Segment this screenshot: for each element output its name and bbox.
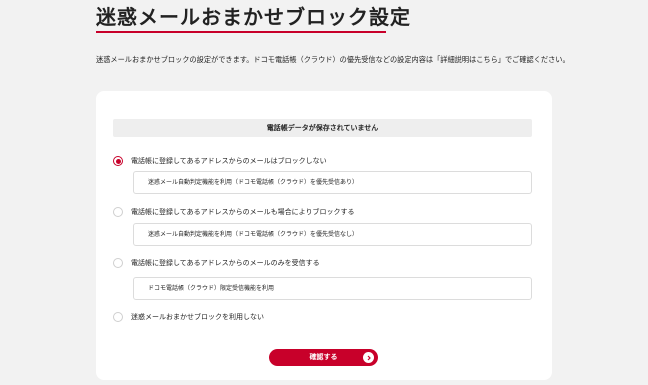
title-underline: [96, 31, 386, 33]
radio-button[interactable]: [113, 207, 123, 217]
status-message: 電話帳データが保存されていません: [113, 119, 532, 137]
page-title: 迷惑メールおまかせブロック設定: [96, 5, 411, 29]
confirm-button-label: 確認する: [309, 353, 338, 361]
radio-button[interactable]: [113, 258, 123, 268]
settings-card: 電話帳データが保存されていません 電話帳に登録してあるアドレスからのメールはブロ…: [96, 91, 552, 380]
option-no-block[interactable]: 電話帳に登録してあるアドレスからのメールはブロックしない: [113, 156, 327, 166]
radio-dot: [115, 158, 121, 164]
option-note: 迷惑メール自動判定機能を利用（ドコモ電話帳（クラウド）を優先受信なし）: [133, 223, 532, 246]
option-label: 電話帳に登録してあるアドレスからのメールはブロックしない: [131, 157, 327, 165]
radio-button-selected[interactable]: [113, 156, 123, 166]
radio-button[interactable]: [113, 312, 123, 322]
confirm-button[interactable]: 確認する: [269, 349, 378, 366]
option-disable[interactable]: 迷惑メールおまかせブロックを利用しない: [113, 312, 264, 322]
option-label: 電話帳に登録してあるアドレスからのメールも場合によりブロックする: [131, 208, 355, 216]
page-description: 迷惑メールおまかせブロックの設定ができます。ドコモ電話帳（クラウド）の優先受信な…: [96, 55, 570, 64]
option-block-sometimes[interactable]: 電話帳に登録してあるアドレスからのメールも場合によりブロックする: [113, 207, 354, 217]
chevron-right-circle-icon: [363, 352, 374, 363]
option-label: 迷惑メールおまかせブロックを利用しない: [131, 313, 264, 321]
option-receive-only-contacts[interactable]: 電話帳に登録してあるアドレスからのメールのみを受信する: [113, 258, 320, 268]
option-label: 電話帳に登録してあるアドレスからのメールのみを受信する: [131, 259, 320, 267]
option-note: ドコモ電話帳（クラウド）限定受信機能を利用: [133, 277, 532, 300]
option-note: 迷惑メール自動判定機能を利用（ドコモ電話帳（クラウド）を優先受信あり）: [133, 171, 532, 194]
